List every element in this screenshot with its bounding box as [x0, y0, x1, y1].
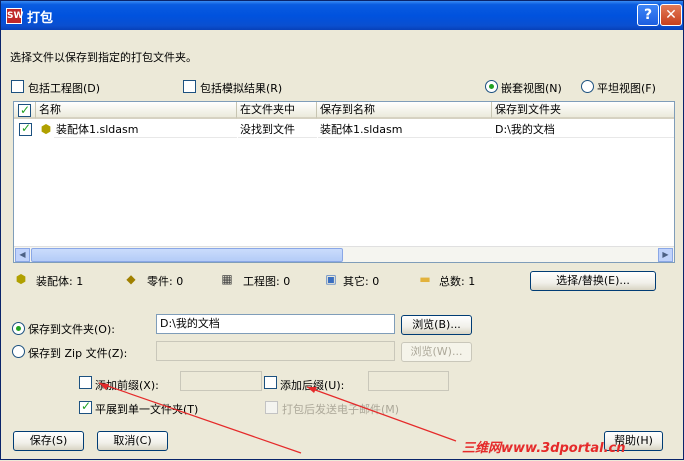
arrow-to-prefix [98, 382, 302, 454]
arrow-to-suffix [306, 386, 457, 442]
arrow-head-prefix [99, 383, 109, 390]
arrow-head-suffix [307, 387, 317, 393]
pack-and-go-dialog: SW 打包 ? ✕ 选择文件以保存到指定的打包文件夹。 包括工程图(D) 包括模… [0, 0, 684, 460]
watermark-text: 三维网www.3dportal.cn [462, 441, 626, 456]
annotation-arrows [98, 382, 457, 454]
